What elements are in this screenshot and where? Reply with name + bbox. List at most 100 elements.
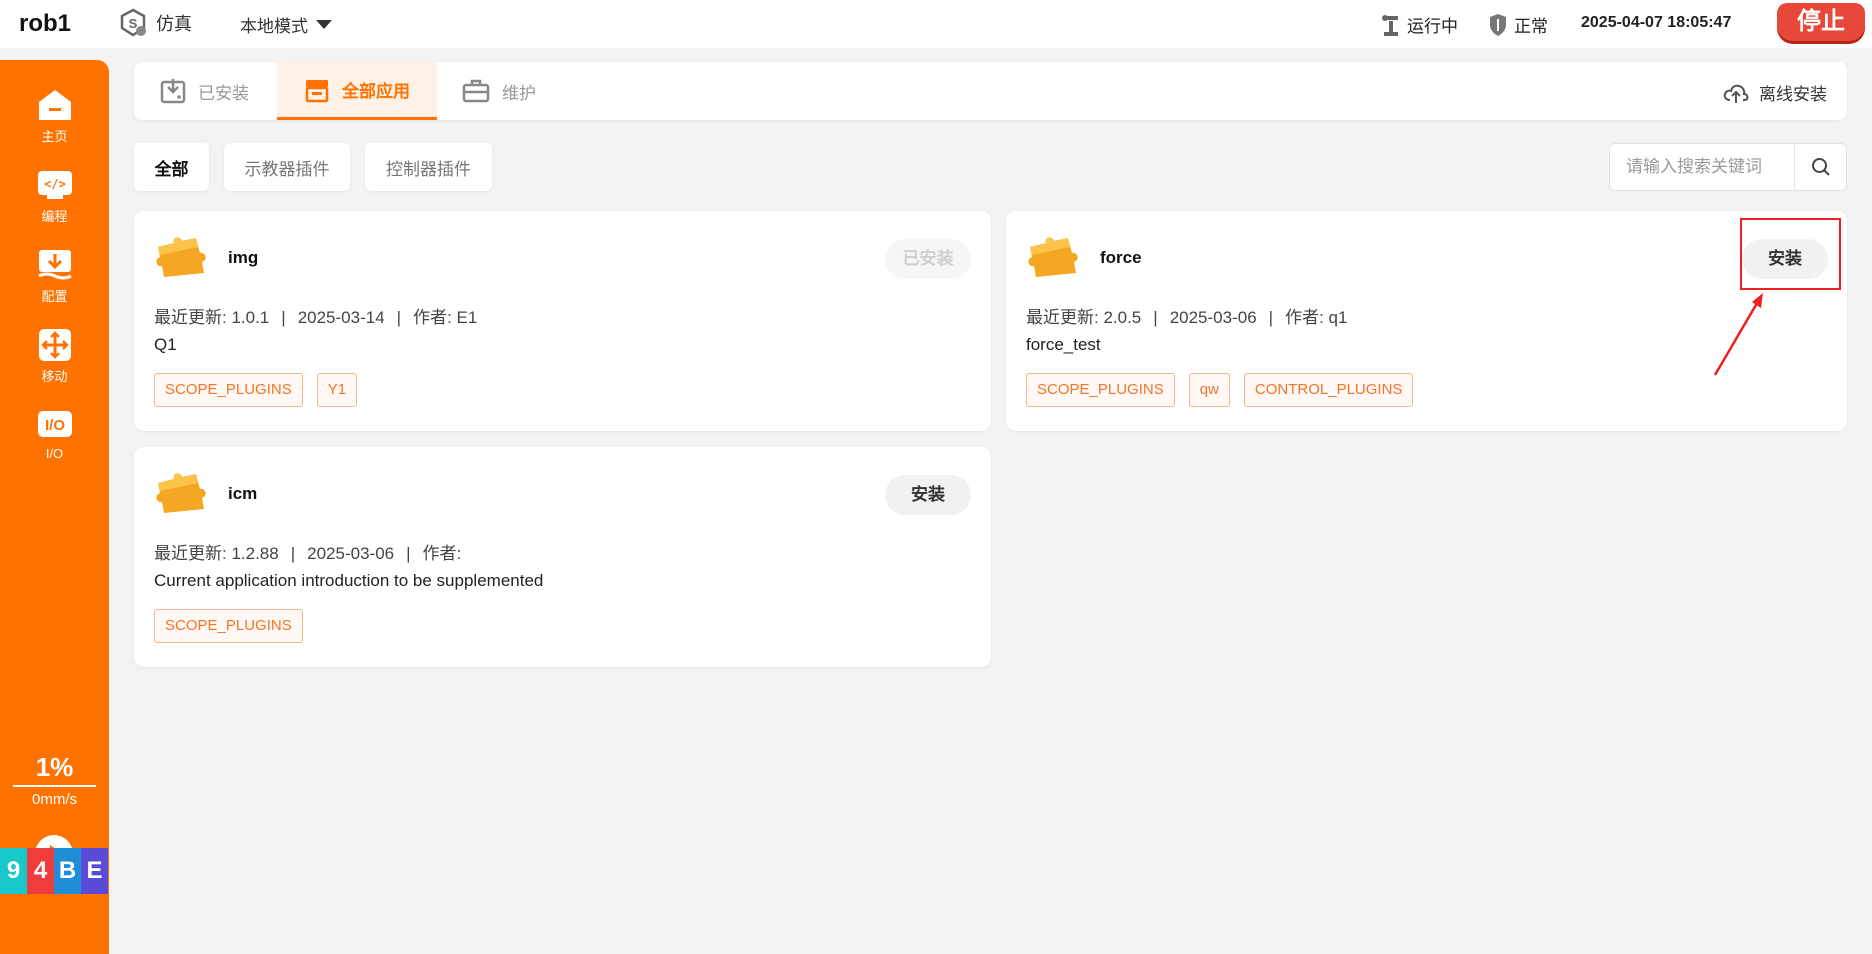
store-icon — [305, 79, 329, 102]
search-icon — [1811, 158, 1830, 176]
config-icon — [37, 250, 72, 280]
home-icon — [38, 90, 71, 120]
app-tag: CONTROL_PLUGINS — [1243, 373, 1414, 407]
simulation-label: 仿真 — [156, 14, 192, 34]
meta-separator: | — [290, 544, 296, 563]
app-version: 最近更新: 1.2.88 — [154, 544, 279, 563]
mode-dropdown[interactable]: 本地模式 — [240, 12, 332, 37]
offline-install-label: 离线安装 — [1759, 85, 1827, 104]
app-author: 作者: q1 — [1285, 308, 1348, 327]
app-tags: SCOPE_PLUGINS qw CONTROL_PLUGINS — [1026, 373, 1414, 407]
sidebar-item-move[interactable]: 移动 — [0, 328, 109, 385]
app-description: Q1 — [154, 335, 177, 354]
robot-name: rob1 — [19, 10, 72, 37]
cloud-upload-icon — [1723, 84, 1749, 103]
download-icon — [160, 79, 186, 104]
app-tabs: 已安装 全部应用 维护 离线安装 — [134, 62, 1847, 120]
app-tag: qw — [1188, 373, 1230, 407]
svg-text:I/O: I/O — [44, 417, 64, 434]
annotation-arrow-icon — [1713, 293, 1763, 376]
app-date: 2025-03-06 — [1169, 308, 1257, 327]
puzzle-plugin-icon — [156, 237, 206, 277]
filter-pendant-plugins[interactable]: 示教器插件 — [224, 143, 350, 191]
running-status-text: 运行中 — [1407, 17, 1458, 36]
tab-label: 全部应用 — [342, 82, 410, 101]
app-name: img — [228, 248, 259, 267]
shield-icon — [1490, 13, 1506, 36]
app-author: 作者: — [422, 544, 462, 563]
sidebar-item-label: I/O — [45, 446, 64, 461]
tab-maintenance[interactable]: 维护 — [462, 62, 536, 120]
stop-button[interactable]: 停止 — [1777, 3, 1865, 41]
simulation-indicator[interactable]: S 仿真 — [118, 8, 192, 38]
code-icon: </> — [37, 171, 72, 199]
tab-label: 维护 — [502, 83, 536, 103]
speed-divider — [13, 785, 96, 787]
status-badges: 9 4 B E — [0, 848, 108, 894]
app-version: 最近更新: 1.0.1 — [154, 308, 270, 327]
puzzle-plugin-icon — [156, 473, 206, 513]
meta-separator: | — [406, 544, 411, 563]
sidebar-item-label: 移动 — [41, 369, 68, 384]
sidebar-item-programming[interactable]: </> 编程 — [0, 168, 109, 225]
simulation-shield-icon: S — [120, 8, 146, 37]
mode-label: 本地模式 — [240, 17, 308, 36]
sidebar-item-label: 编程 — [41, 209, 68, 224]
speed-percent: 1% — [35, 752, 74, 782]
running-status: 运行中 — [1381, 12, 1458, 37]
io-icon: I/O — [37, 411, 72, 437]
sidebar-item-label: 配置 — [41, 289, 68, 304]
app-card-img: img 已安装 最近更新: 1.0.1 | 2025-03-14 | 作者: E1 Q1… — [134, 211, 991, 431]
installed-button: 已安装 — [885, 239, 971, 279]
top-bar: rob1 S 仿真 本地模式 运行中 正常 2025-04-07 18:05:4… — [0, 0, 1872, 48]
app-tags: SCOPE_PLUGINS — [154, 609, 303, 643]
move-icon — [38, 329, 71, 361]
speed-value: 0mm/s — [32, 791, 77, 808]
status-badge: 9 — [0, 848, 27, 894]
filter-controller-plugins[interactable]: 控制器插件 — [365, 143, 492, 191]
sidebar-item-io[interactable]: I/O I/O — [0, 408, 109, 461]
filter-all[interactable]: 全部 — [134, 143, 209, 191]
app-version: 最近更新: 2.0.5 — [1026, 308, 1142, 327]
toolbox-icon — [462, 79, 490, 103]
app-tags: SCOPE_PLUGINS Y1 — [154, 373, 358, 407]
app-tag: SCOPE_PLUGINS — [154, 609, 303, 643]
sidebar: 主页 </> 编程 配置 移动 I/O I/O 1% 0mm/s — [0, 60, 109, 954]
svg-text:</>: </> — [44, 177, 66, 191]
search-button[interactable] — [1794, 144, 1846, 190]
app-tag: SCOPE_PLUGINS — [1026, 373, 1175, 407]
tab-installed[interactable]: 已安装 — [160, 62, 249, 120]
app-description: force_test — [1026, 335, 1101, 354]
puzzle-plugin-icon — [1028, 237, 1078, 277]
search-input[interactable] — [1610, 144, 1796, 190]
app-tag: SCOPE_PLUGINS — [154, 373, 303, 407]
app-name: icm — [228, 484, 258, 503]
meta-separator: | — [1153, 308, 1158, 327]
app-name: force — [1100, 248, 1142, 267]
offline-install-button[interactable]: 离线安装 — [1723, 80, 1827, 105]
app-description: Current application introduction to be s… — [154, 571, 544, 590]
sidebar-item-home[interactable]: 主页 — [0, 88, 109, 145]
status-badge: E — [81, 848, 108, 894]
app-meta: 最近更新: 1.0.1 | 2025-03-14 | 作者: E1 — [154, 303, 477, 328]
app-author: 作者: E1 — [413, 308, 478, 327]
meta-separator: | — [1268, 308, 1274, 327]
app-card-icm: icm 安装 最近更新: 1.2.88 | 2025-03-06 | 作者: Curre… — [134, 447, 991, 667]
install-button[interactable]: 安装 — [885, 475, 971, 515]
svg-text:S: S — [129, 16, 138, 31]
app-date: 2025-03-14 — [297, 308, 385, 327]
chevron-down-icon — [316, 20, 332, 29]
annotation-highlight-box — [1740, 218, 1841, 290]
sidebar-item-label: 主页 — [41, 129, 68, 144]
app-meta: 最近更新: 1.2.88 | 2025-03-06 | 作者: — [154, 539, 461, 564]
normal-status: 正常 — [1488, 12, 1548, 37]
normal-status-text: 正常 — [1514, 17, 1548, 36]
search-box — [1609, 143, 1847, 191]
sidebar-item-config[interactable]: 配置 — [0, 248, 109, 305]
tab-all-apps[interactable]: 全部应用 — [277, 62, 437, 120]
meta-separator: | — [396, 308, 402, 327]
app-date: 2025-03-06 — [307, 544, 395, 563]
system-datetime: 2025-04-07 18:05:47 — [1581, 14, 1732, 31]
robot-arm-icon — [1382, 14, 1398, 36]
status-badge: B — [54, 848, 81, 894]
